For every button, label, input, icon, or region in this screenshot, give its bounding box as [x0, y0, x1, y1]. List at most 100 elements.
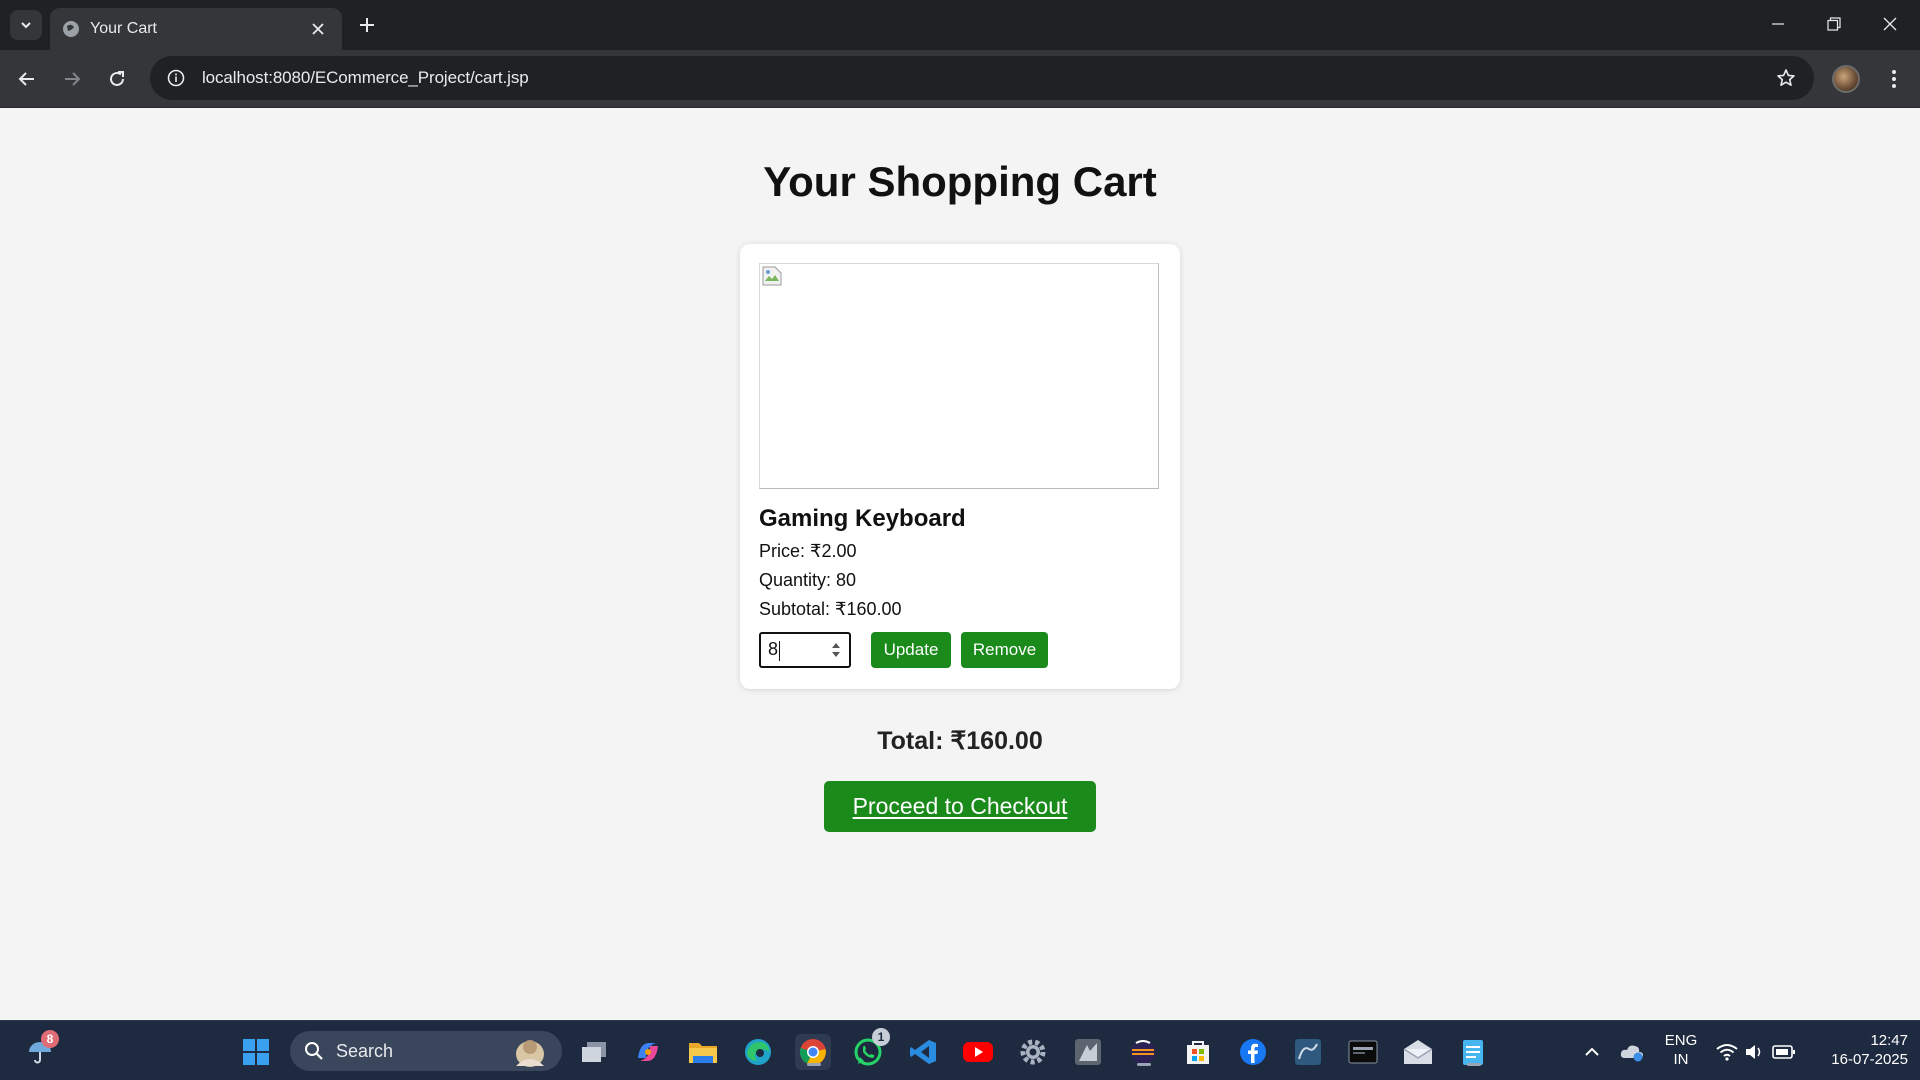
- mysql-workbench-button[interactable]: [1290, 1034, 1326, 1070]
- clock-time: 12:47: [1870, 1032, 1908, 1049]
- arrow-right-icon: [65, 72, 81, 86]
- vscode-button[interactable]: [905, 1034, 941, 1070]
- close-window-button[interactable]: [1862, 0, 1918, 48]
- quick-settings-button[interactable]: [1708, 1034, 1804, 1070]
- facebook-button[interactable]: [1235, 1034, 1271, 1070]
- update-button[interactable]: Update: [871, 632, 951, 668]
- weather-widget[interactable]: 8: [22, 1030, 59, 1070]
- product-image: [759, 263, 1159, 489]
- chevron-down-icon: [21, 22, 31, 29]
- plus-icon: [360, 18, 374, 32]
- restore-icon: [1827, 17, 1841, 31]
- cloud-icon: [1620, 1045, 1643, 1062]
- kebab-menu-icon: [1892, 70, 1896, 88]
- text-caret: [779, 640, 781, 661]
- forward-button[interactable]: [56, 63, 88, 95]
- mail-icon: [1403, 1040, 1433, 1064]
- active-app-indicator: [807, 1063, 821, 1066]
- restore-button[interactable]: [1806, 0, 1862, 48]
- start-button[interactable]: [238, 1034, 274, 1070]
- globe-icon: [63, 21, 79, 37]
- product-name: Gaming Keyboard: [759, 505, 966, 532]
- clock[interactable]: 12:47 16-07-2025: [1808, 1031, 1908, 1069]
- store-icon: [1187, 1041, 1209, 1064]
- product-subtotal: Subtotal: ₹160.00: [759, 599, 902, 619]
- copilot-button[interactable]: [630, 1034, 666, 1070]
- whatsapp-badge: 1: [872, 1028, 890, 1046]
- windows-logo-icon: [243, 1039, 269, 1065]
- folder-icon: [689, 1043, 717, 1063]
- minimize-button[interactable]: [1750, 0, 1806, 48]
- product-price: Price: ₹2.00: [759, 541, 857, 561]
- quantity-stepper[interactable]: 8: [759, 632, 851, 668]
- eclipse-button[interactable]: [1125, 1034, 1161, 1070]
- profile-avatar[interactable]: [1832, 65, 1860, 93]
- app-tile-icon: [1075, 1039, 1101, 1065]
- site-info-icon[interactable]: [164, 66, 188, 90]
- edge-browser-button[interactable]: [740, 1034, 776, 1070]
- whatsapp-button[interactable]: 1: [850, 1028, 890, 1070]
- search-icon: [305, 1042, 323, 1060]
- tab-title: Your Cart: [90, 20, 157, 37]
- taskbar: 8 Search 1 ENG IN 12:47 16-07-2025: [0, 1020, 1920, 1080]
- reload-icon: [110, 71, 124, 86]
- mysql-shell-button[interactable]: [1345, 1034, 1381, 1070]
- file-explorer-button[interactable]: [685, 1034, 721, 1070]
- back-button[interactable]: [11, 63, 43, 95]
- browser-tab-active[interactable]: Your Cart: [50, 8, 342, 50]
- broken-image-icon: [762, 266, 782, 286]
- language-region: IN: [1673, 1051, 1689, 1068]
- product-quantity: Quantity: 80: [759, 570, 857, 590]
- browser-menu-button[interactable]: [1880, 63, 1908, 95]
- quantity-input-value: 8: [768, 639, 779, 660]
- battery-icon: [1772, 1045, 1795, 1059]
- clock-date: 16-07-2025: [1831, 1051, 1908, 1068]
- spin-up-icon[interactable]: [831, 642, 841, 649]
- youtube-icon: [963, 1042, 993, 1062]
- show-hidden-icons-button[interactable]: [1574, 1034, 1610, 1070]
- vscode-icon: [910, 1040, 936, 1064]
- volume-icon: [1746, 1045, 1761, 1059]
- terminal-icon: [1348, 1040, 1378, 1064]
- browser-toolbar: localhost:8080/ECommerce_Project/cart.js…: [0, 50, 1920, 108]
- minimize-icon: [1772, 23, 1784, 25]
- checkout-button[interactable]: Proceed to Checkout: [824, 781, 1096, 832]
- cart-item-card: Gaming Keyboard Price: ₹2.00 Quantity: 8…: [740, 244, 1180, 689]
- search-highlight-icon: [516, 1040, 544, 1067]
- taskbar-search[interactable]: Search: [290, 1031, 562, 1071]
- youtube-button[interactable]: [960, 1034, 996, 1070]
- chevron-up-icon: [1585, 1047, 1599, 1056]
- tab-close-icon[interactable]: [306, 17, 330, 41]
- app-button-1[interactable]: [1070, 1034, 1106, 1070]
- chrome-button[interactable]: [795, 1034, 831, 1070]
- spin-buttons[interactable]: [829, 642, 843, 658]
- notepad-button[interactable]: [1455, 1034, 1491, 1070]
- checkout-label: Proceed to Checkout: [852, 793, 1068, 819]
- close-icon: [1883, 17, 1897, 31]
- bookmark-star-icon[interactable]: [1772, 64, 1800, 92]
- cart-total: Total: ₹160.00: [877, 727, 1043, 755]
- wifi-icon: [1716, 1044, 1738, 1061]
- tab-search-button[interactable]: [10, 10, 42, 40]
- running-app-indicator: [1137, 1063, 1151, 1066]
- ms-store-button[interactable]: [1180, 1034, 1216, 1070]
- weather-badge: 8: [41, 1030, 59, 1048]
- page-title: Your Shopping Cart: [763, 158, 1157, 205]
- reload-button[interactable]: [101, 63, 133, 95]
- mail-button[interactable]: [1400, 1034, 1436, 1070]
- browser-title-bar: Your Cart: [0, 0, 1920, 50]
- running-app-indicator: [1467, 1063, 1481, 1066]
- url-text: localhost:8080/ECommerce_Project/cart.js…: [202, 68, 529, 87]
- edge-icon: [745, 1039, 771, 1065]
- onedrive-button[interactable]: [1614, 1034, 1650, 1070]
- task-view-button[interactable]: [576, 1034, 612, 1070]
- remove-button[interactable]: Remove: [961, 632, 1048, 668]
- cart-item-controls: 8 Update Remove: [759, 632, 1161, 668]
- spin-down-icon[interactable]: [831, 651, 841, 658]
- language-indicator[interactable]: ENG IN: [1659, 1031, 1703, 1069]
- new-tab-button[interactable]: [352, 10, 382, 40]
- database-icon: [1295, 1039, 1321, 1065]
- task-view-icon: [582, 1042, 606, 1062]
- settings-button[interactable]: [1015, 1034, 1051, 1070]
- address-bar[interactable]: localhost:8080/ECommerce_Project/cart.js…: [150, 56, 1814, 100]
